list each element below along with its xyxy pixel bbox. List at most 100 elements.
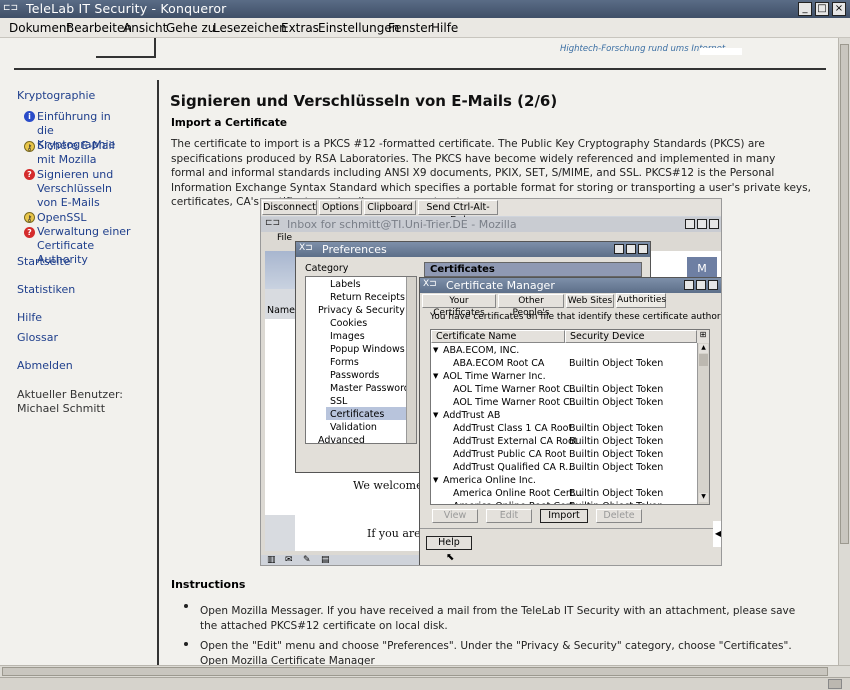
cert-row[interactable]: AddTrust Class 1 CA Root <box>453 422 572 435</box>
tree-item-return-receipts[interactable]: Return Receipts <box>330 291 405 304</box>
cert-device-cell: Builtin Object Token <box>569 423 664 434</box>
cert-row[interactable]: AOL Time Warner Root C... <box>453 396 579 409</box>
tree-item-validation[interactable]: Validation <box>330 421 377 434</box>
mozilla-menu-file[interactable]: File <box>277 233 292 243</box>
tree-item-master-passwords[interactable]: Master Passwords <box>330 382 415 395</box>
minimize-icon[interactable]: _ <box>798 2 812 16</box>
scroll-thumb[interactable] <box>840 44 849 544</box>
cert-row[interactable]: AddTrust External CA Root <box>453 435 578 448</box>
name-column-header[interactable]: Name <box>267 305 295 316</box>
maximize-icon[interactable] <box>697 219 707 229</box>
scroll-up-icon[interactable]: ▲ <box>699 344 708 353</box>
cert-row[interactable]: America Online Root Cert... <box>453 500 583 504</box>
close-icon[interactable] <box>708 280 718 290</box>
mail-icon[interactable]: ✉ <box>285 555 293 565</box>
tree-item-labels[interactable]: Labels <box>330 278 361 291</box>
app-menu-icon[interactable]: ⊏⊐ <box>265 218 280 228</box>
mozilla-banner-art <box>265 251 295 289</box>
app-menu-icon[interactable]: ⊏⊐ <box>3 3 21 15</box>
nav-link-abmelden[interactable]: Abmelden <box>17 359 73 373</box>
expand-twisty-icon[interactable]: ▼ <box>433 344 438 357</box>
help-button[interactable]: Help <box>426 536 472 550</box>
scroll-down-icon[interactable]: ▼ <box>699 493 708 502</box>
maximize-icon[interactable] <box>696 280 706 290</box>
expand-twisty-icon[interactable]: ▼ <box>433 409 438 422</box>
certificate-table-scrollbar[interactable]: ▲ ▼ <box>697 343 709 504</box>
maximize-icon[interactable]: □ <box>815 2 829 16</box>
delete-button[interactable]: Delete <box>596 509 642 523</box>
edit-button[interactable]: Edit <box>486 509 532 523</box>
menu-ansicht[interactable]: Ansicht <box>123 21 167 35</box>
cert-group-row[interactable]: AddTrust AB <box>443 409 500 422</box>
disconnect-button[interactable]: Disconnect <box>262 200 317 215</box>
nav-item-signieren[interactable]: Signieren und Verschlüsseln von E-Mails <box>37 168 132 210</box>
nav-link-hilfe[interactable]: Hilfe <box>17 311 42 325</box>
close-icon[interactable] <box>709 219 719 229</box>
tree-item-passwords[interactable]: Passwords <box>330 369 379 382</box>
category-scrollbar[interactable] <box>406 277 416 443</box>
column-picker-icon[interactable]: ⊞ <box>697 330 709 343</box>
minimize-icon[interactable] <box>614 244 624 254</box>
maximize-icon[interactable] <box>626 244 636 254</box>
app-menu-icon[interactable]: X⊐ <box>299 243 313 253</box>
menu-hilfe[interactable]: Hilfe <box>431 21 458 35</box>
tree-item-advanced[interactable]: Advanced <box>318 434 365 447</box>
cert-row[interactable]: AOL Time Warner Root C... <box>453 383 579 396</box>
tree-item-cookies[interactable]: Cookies <box>330 317 367 330</box>
expand-twisty-icon[interactable]: ▼ <box>433 474 438 487</box>
view-button[interactable]: View <box>432 509 478 523</box>
tab-other-peoples[interactable]: Other People's <box>498 294 564 318</box>
tab-your-certificates[interactable]: Your Certificates <box>422 294 496 318</box>
send-ctrl-alt-del-button[interactable]: Send Ctrl-Alt-Del <box>418 200 498 226</box>
tree-item-forms[interactable]: Forms <box>330 356 359 369</box>
nav-link-statistiken[interactable]: Statistiken <box>17 283 75 297</box>
close-icon[interactable]: × <box>832 2 846 16</box>
minimize-icon[interactable] <box>684 280 694 290</box>
page-vertical-scrollbar[interactable] <box>838 38 850 665</box>
menu-dokument[interactable]: Dokument <box>9 21 71 35</box>
nav-section-kryptographie[interactable]: Kryptographie <box>17 89 95 103</box>
clipboard-button[interactable]: Clipboard <box>364 200 416 215</box>
menu-extras[interactable]: Extras <box>281 21 319 35</box>
tab-authorities[interactable]: Authorities <box>616 293 666 308</box>
cert-row[interactable]: AddTrust Public CA Root <box>453 448 566 461</box>
cert-group-row[interactable]: ABA.ECOM, INC. <box>443 344 519 357</box>
scroll-thumb[interactable] <box>2 667 828 676</box>
menu-lesezeichen[interactable]: Lesezeichen <box>213 21 287 35</box>
expand-twisty-icon[interactable]: ▼ <box>433 370 438 383</box>
cert-row[interactable]: AddTrust Qualified CA R... <box>453 461 574 474</box>
navigator-icon[interactable]: ▥ <box>267 555 276 565</box>
nav-item-openssl[interactable]: OpenSSL <box>37 211 86 225</box>
cert-device-cell: Builtin Object Token <box>569 436 664 447</box>
side-collapse-icon[interactable]: ◀ <box>713 521 721 547</box>
col-certificate-name[interactable]: Certificate Name <box>431 330 565 343</box>
cert-group-row[interactable]: AOL Time Warner Inc. <box>443 370 546 383</box>
scroll-thumb[interactable] <box>699 354 708 366</box>
nav-link-startseite[interactable]: Startseite <box>17 255 71 269</box>
tree-item-certificates[interactable]: Certificates <box>330 408 384 421</box>
cert-device-cell: Builtin Object Token <box>569 358 664 369</box>
app-menu-icon[interactable]: X⊐ <box>423 279 437 289</box>
instructions-heading: Instructions <box>171 578 246 591</box>
menu-gehe-zu[interactable]: Gehe zu <box>166 21 215 35</box>
tab-web-sites[interactable]: Web Sites <box>566 294 614 308</box>
page-horizontal-scrollbar[interactable] <box>0 665 850 677</box>
tree-item-popup-windows[interactable]: Popup Windows <box>330 343 405 356</box>
minimize-icon[interactable] <box>685 219 695 229</box>
options-button[interactable]: Options <box>319 200 362 215</box>
close-icon[interactable] <box>638 244 648 254</box>
question-icon: ? <box>24 227 35 238</box>
tree-item-images[interactable]: Images <box>330 330 365 343</box>
menu-fenster[interactable]: Fenster <box>388 21 433 35</box>
cert-row[interactable]: America Online Root Cert... <box>453 487 583 500</box>
composer-icon[interactable]: ✎ <box>303 555 311 565</box>
col-security-device[interactable]: Security Device <box>565 330 697 343</box>
nav-item-sichere-email[interactable]: Sichere E-Mail mit Mozilla <box>37 139 132 167</box>
addressbook-icon[interactable]: ▤ <box>321 555 330 565</box>
cert-group-row[interactable]: America Online Inc. <box>443 474 536 487</box>
mozilla-folder-pane: Name <box>265 251 295 551</box>
cert-row[interactable]: ABA.ECOM Root CA <box>453 357 544 370</box>
tree-item-privacy-security[interactable]: Privacy & Security <box>318 304 405 317</box>
nav-link-glossar[interactable]: Glossar <box>17 331 58 345</box>
import-button[interactable]: Import <box>540 509 588 523</box>
